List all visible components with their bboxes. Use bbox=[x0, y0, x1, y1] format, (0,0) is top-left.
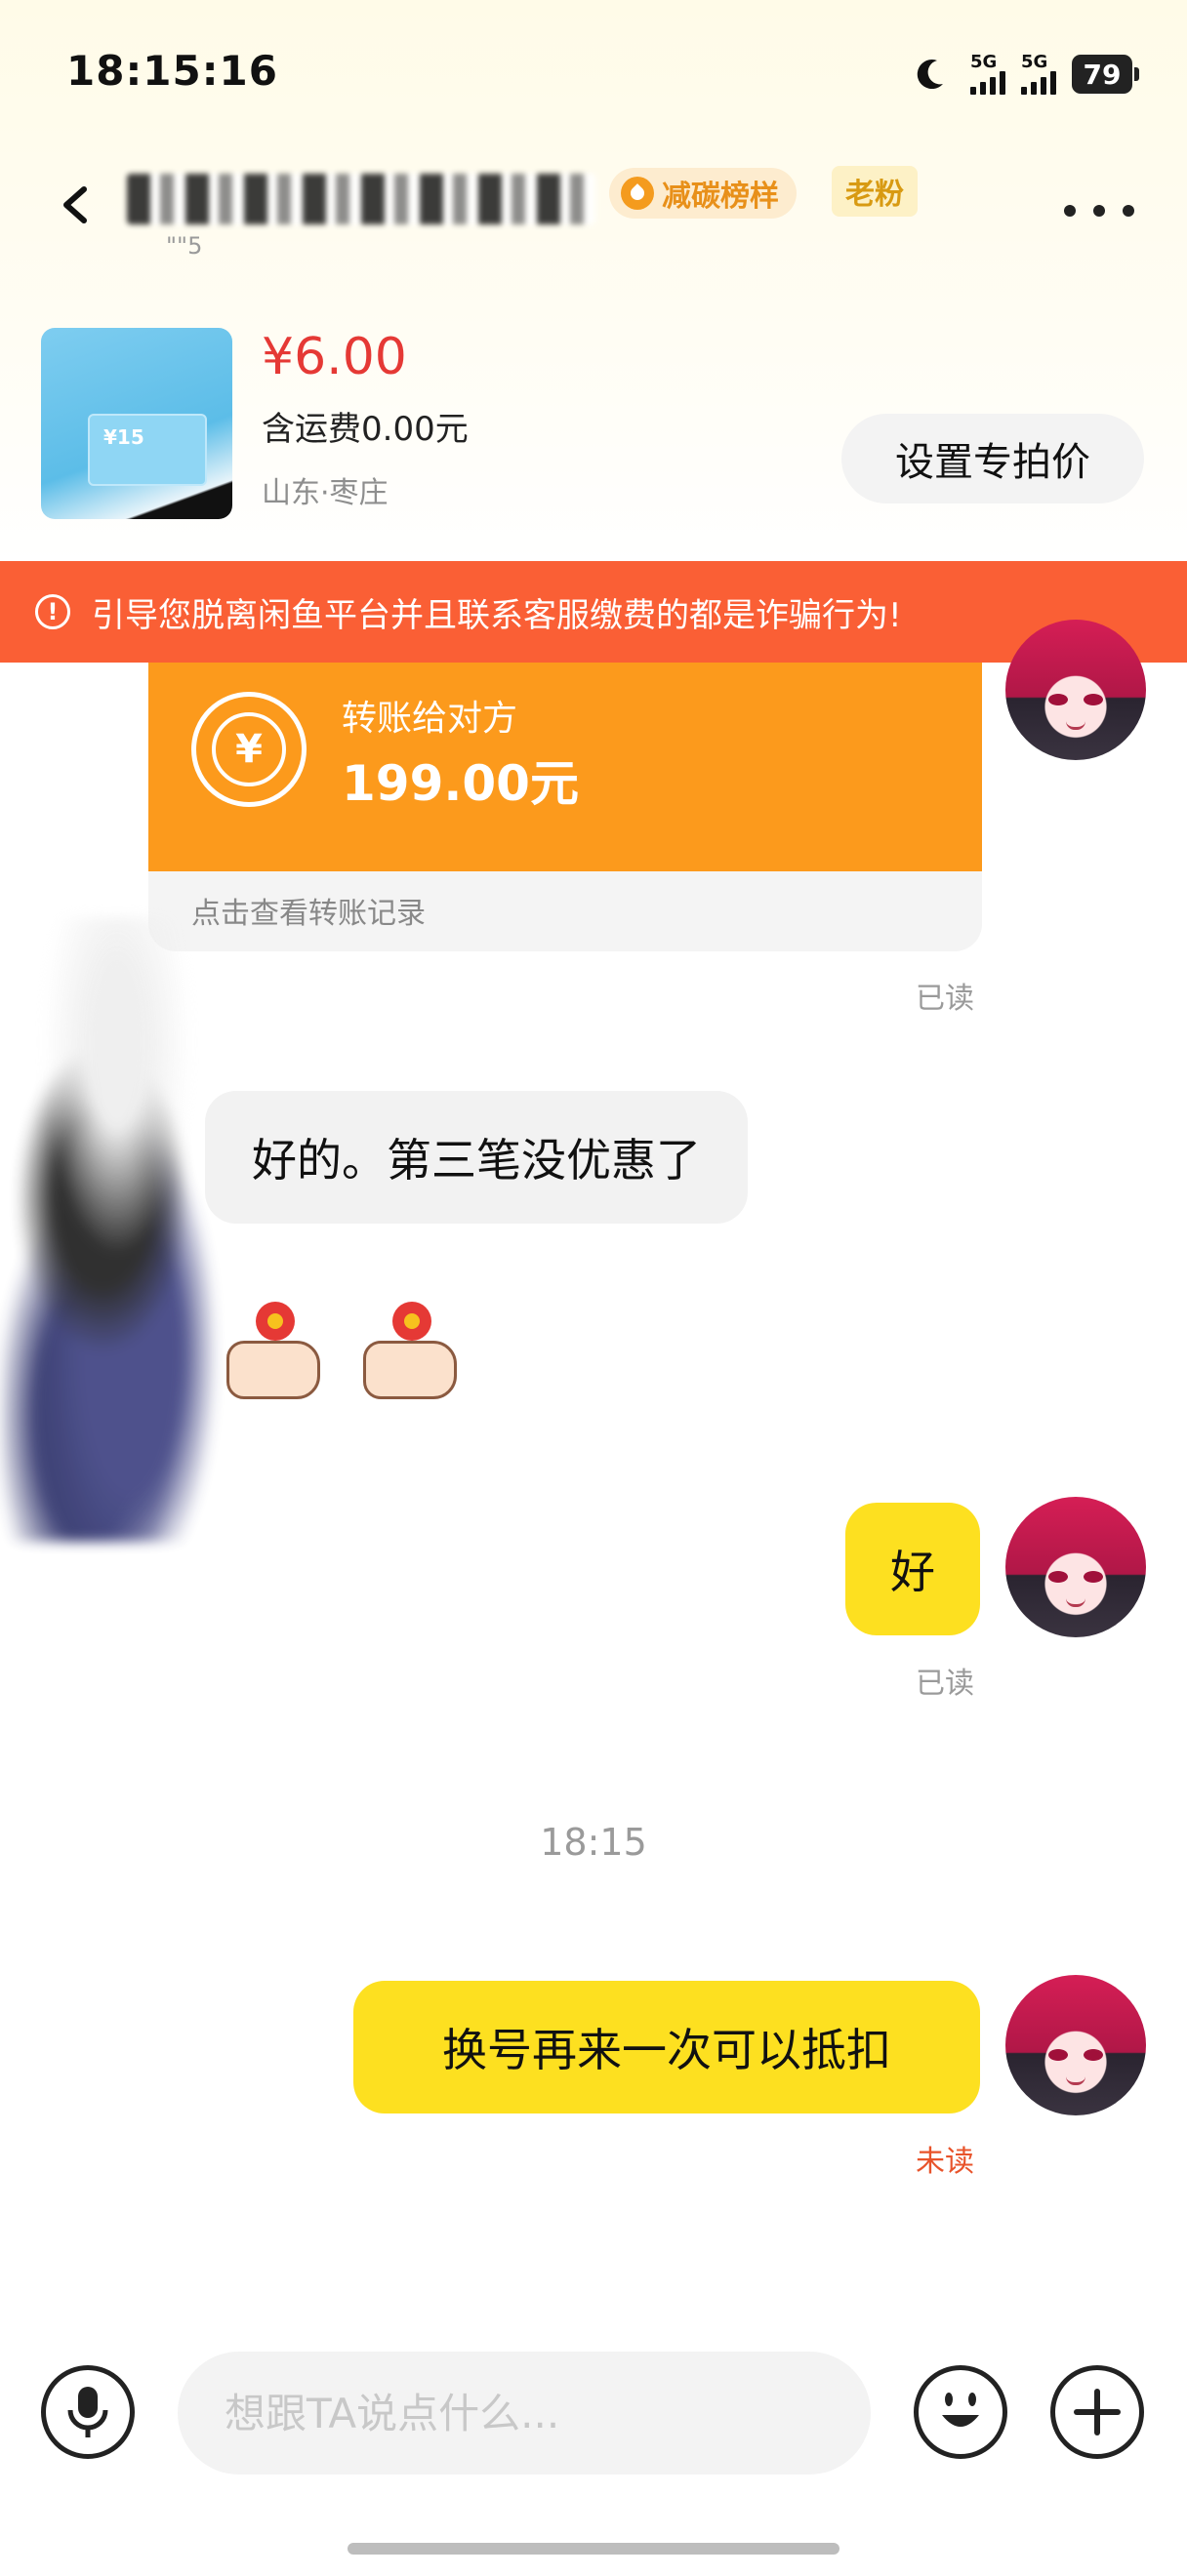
fraud-warning-banner: ! 引导您脱离闲鱼平台并且联系客服缴费的都是诈骗行为! bbox=[0, 561, 1187, 663]
home-indicator[interactable] bbox=[348, 2543, 839, 2555]
smiley-icon bbox=[942, 2393, 979, 2427]
outgoing-message[interactable]: 换号再来一次可以抵扣 bbox=[353, 1981, 980, 2113]
message-input[interactable] bbox=[223, 2388, 871, 2438]
contact-subtext: ""5 bbox=[166, 232, 203, 260]
contact-avatar-blurred bbox=[0, 917, 293, 1542]
product-thumbnail[interactable]: ¥15 bbox=[41, 328, 232, 519]
yen-transfer-icon: ¥ bbox=[191, 692, 307, 807]
alert-icon: ! bbox=[35, 594, 70, 629]
outgoing-message[interactable]: 好 bbox=[845, 1503, 980, 1635]
carbon-badge[interactable]: 减碳榜样 bbox=[609, 168, 797, 219]
read-status: 已读 bbox=[916, 1667, 974, 1701]
unread-status: 未读 bbox=[916, 2145, 974, 2179]
emoji-button[interactable] bbox=[914, 2365, 1007, 2459]
moon-icon bbox=[917, 60, 943, 90]
battery-icon: 79 bbox=[1072, 55, 1139, 94]
avatar[interactable] bbox=[1005, 620, 1146, 760]
leaf-icon bbox=[621, 177, 654, 210]
product-location: 山东·枣庄 bbox=[262, 476, 389, 510]
more-icon[interactable] bbox=[1064, 205, 1134, 219]
product-price: ¥6.00 bbox=[262, 328, 407, 386]
fan-badge: 老粉 bbox=[832, 166, 918, 217]
more-actions-button[interactable] bbox=[1050, 2365, 1144, 2459]
flower-hand-emoji-2 bbox=[363, 1302, 457, 1399]
message-timestamp: 18:15 bbox=[540, 1821, 647, 1864]
microphone-icon bbox=[67, 2387, 108, 2437]
signal-icon-2: 5G bbox=[1021, 54, 1056, 95]
read-status: 已读 bbox=[916, 982, 974, 1016]
avatar[interactable] bbox=[1005, 1975, 1146, 2115]
warning-text: 引导您脱离闲鱼平台并且联系客服缴费的都是诈骗行为! bbox=[92, 595, 902, 635]
back-icon[interactable] bbox=[57, 185, 96, 224]
transfer-label: 转账给对方 bbox=[342, 699, 518, 739]
shipping-fee: 含运费0.00元 bbox=[262, 410, 469, 449]
avatar[interactable] bbox=[1005, 1497, 1146, 1637]
status-icons: 5G 5G 79 bbox=[916, 51, 1139, 98]
signal-icon-1: 5G bbox=[970, 54, 1005, 95]
voice-button[interactable] bbox=[41, 2365, 135, 2459]
contact-name-redacted bbox=[127, 174, 595, 224]
flower-hand-emoji-1 bbox=[226, 1302, 320, 1399]
plus-icon bbox=[1074, 2389, 1121, 2435]
message-input-container[interactable] bbox=[178, 2352, 871, 2475]
transfer-card[interactable]: ¥ 转账给对方 199.00元 点击查看转账记录 bbox=[148, 663, 982, 951]
status-time: 18:15:16 bbox=[66, 47, 278, 95]
incoming-message[interactable]: 好的。第三笔没优惠了 bbox=[205, 1091, 748, 1224]
transfer-amount: 199.00元 bbox=[342, 755, 579, 812]
set-special-price-button[interactable]: 设置专拍价 bbox=[841, 414, 1144, 503]
